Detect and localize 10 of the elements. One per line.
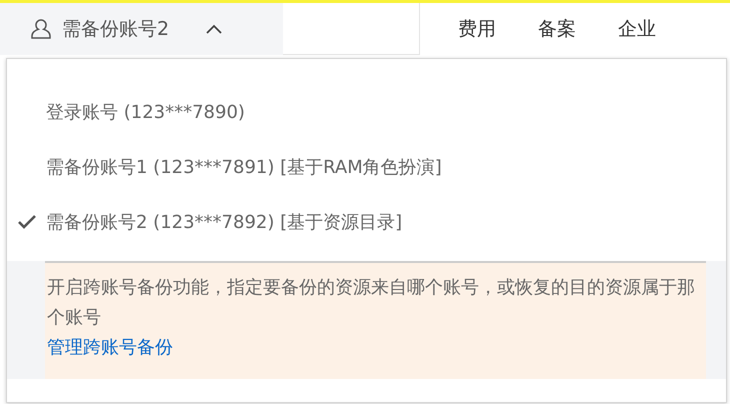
account-button[interactable]: 需备份账号2	[0, 3, 283, 55]
account-option[interactable]: 登录账号 (123***7890)	[7, 84, 726, 139]
nav-link[interactable]: 备案	[538, 16, 576, 42]
nav-link[interactable]: 企业	[618, 16, 656, 42]
manage-link[interactable]: 管理跨账号备份	[47, 333, 173, 363]
account-option[interactable]: 需备份账号2 (123***7892) [基于资源目录]	[7, 194, 726, 249]
notice-text: 开启跨账号备份功能，指定要备份的资源来自哪个账号，或恢复的目的资源属于那个账号	[47, 276, 696, 330]
nav-link[interactable]: 费用	[458, 16, 496, 42]
user-icon	[30, 18, 52, 40]
account-option[interactable]: 需备份账号1 (123***7891) [基于RAM角色扮演]	[7, 139, 726, 194]
